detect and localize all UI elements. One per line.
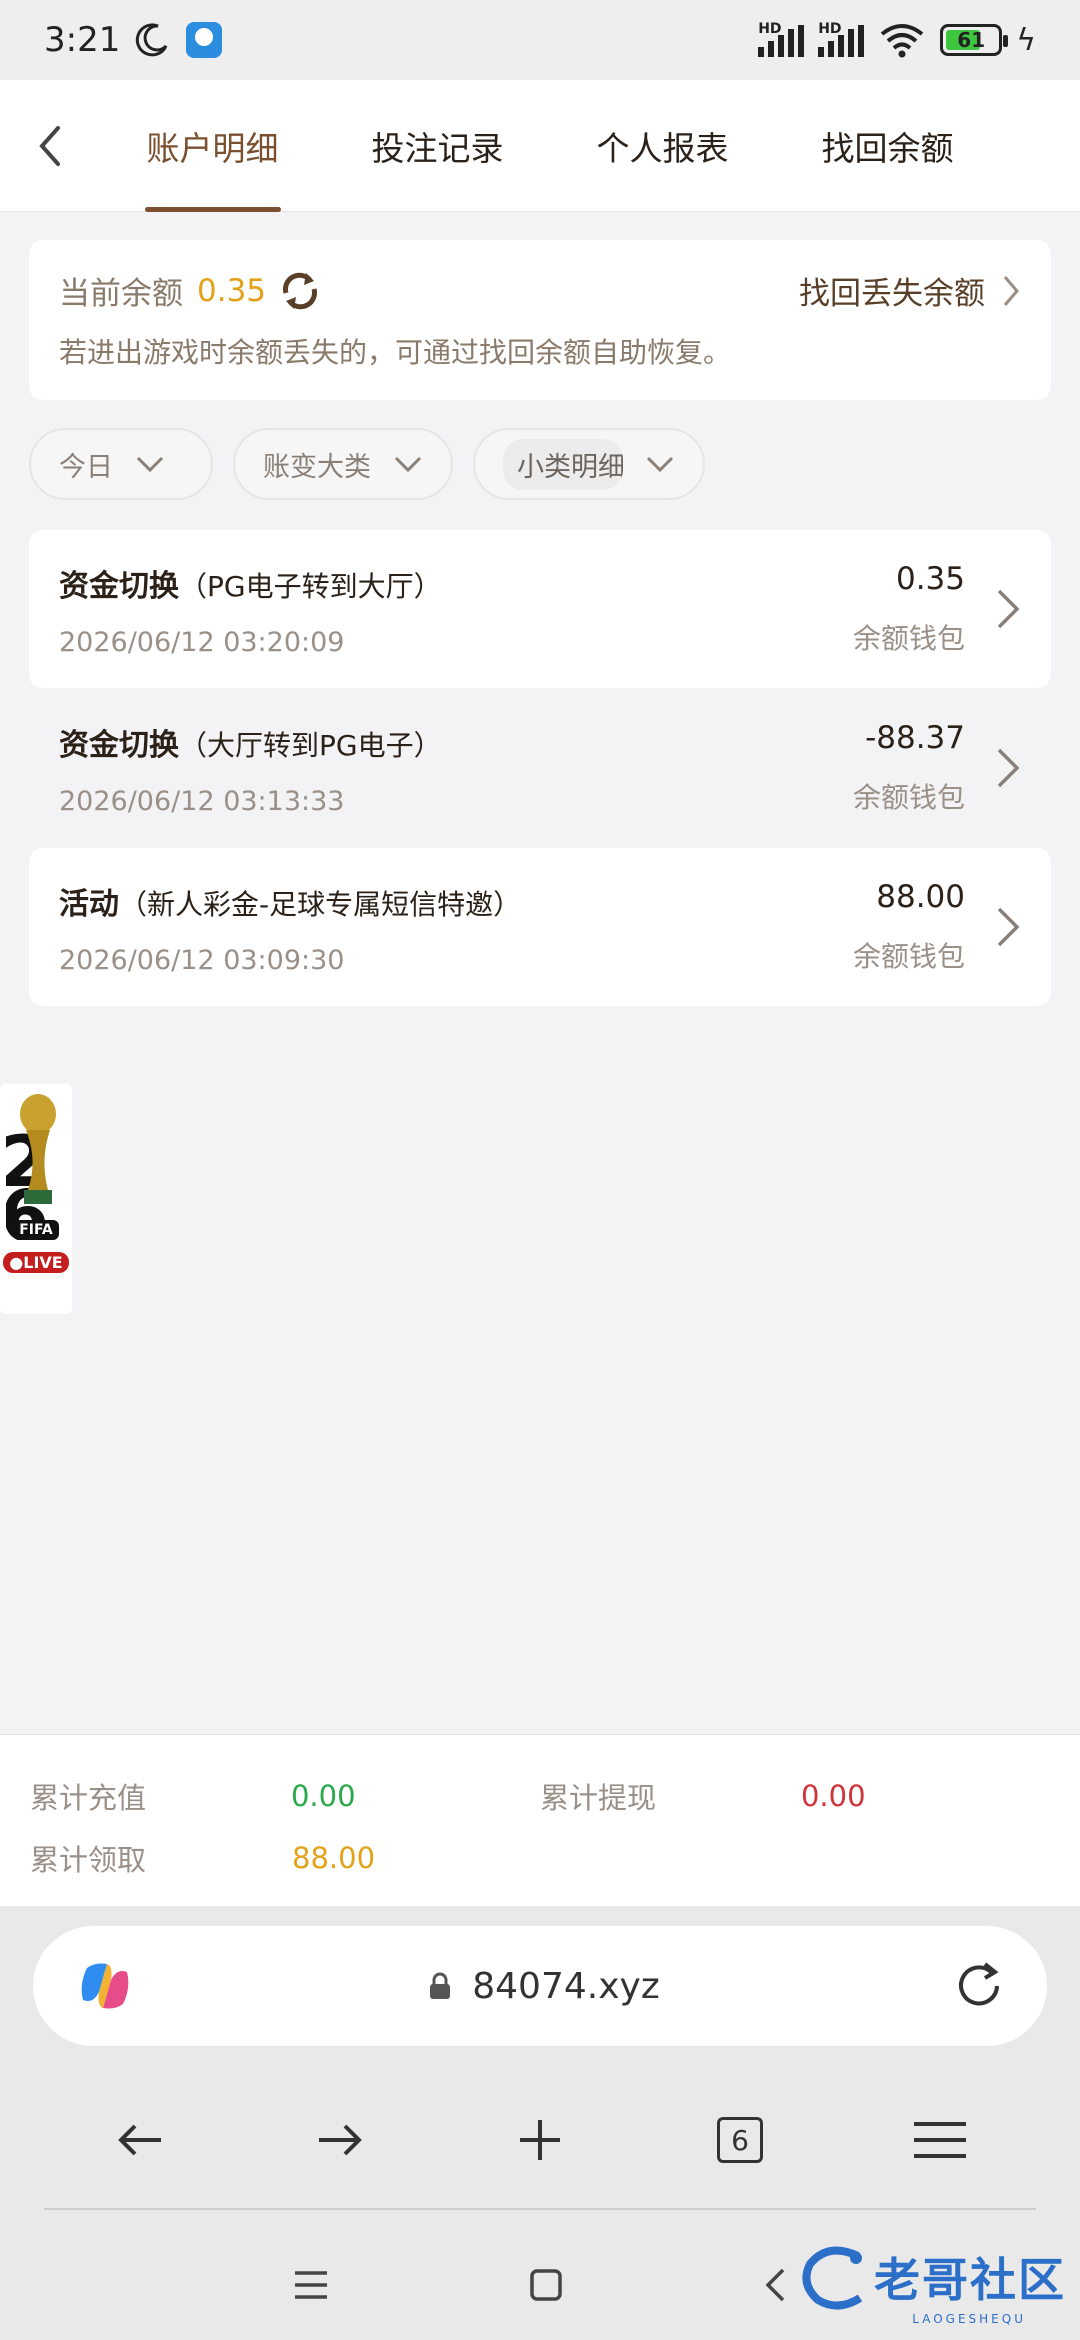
total-deposit-label: 累计充值 [30, 1781, 147, 1815]
chevron-down-icon [136, 456, 164, 473]
wifi-icon [880, 24, 924, 58]
tab-count: 6 [717, 2117, 763, 2163]
record-wallet: 余额钱包 [852, 622, 965, 655]
record-title: 活动（新人彩金-足球专属短信特邀） [59, 886, 522, 922]
status-time: 3:21 [44, 20, 121, 60]
recents-icon[interactable] [293, 2269, 329, 2301]
hamburger-icon [914, 2122, 966, 2158]
watermark-text: 老哥社区 [874, 2253, 1066, 2307]
recover-lost-balance-link[interactable]: 找回丢失余额 [799, 268, 1021, 313]
record-date: 2026/06/12 03:20:09 [59, 626, 345, 658]
subcategory-filter[interactable]: 小类明细 [473, 428, 705, 500]
signal-icon: HD [818, 21, 865, 57]
refresh-icon[interactable] [278, 269, 322, 313]
tab-personal-report[interactable]: 个人报表 [550, 80, 775, 212]
forward-nav-button[interactable] [300, 2100, 380, 2180]
record-amount: -88.37 [865, 720, 965, 756]
record-wallet: 余额钱包 [852, 781, 965, 814]
tab-recover-balance[interactable]: 找回余额 [775, 80, 1000, 212]
menu-button[interactable] [900, 2100, 980, 2180]
plus-icon [520, 2120, 560, 2160]
browser-toolbar: 6 [0, 2080, 1080, 2200]
home-icon[interactable] [529, 2268, 563, 2302]
chevron-right-icon [1003, 275, 1019, 306]
signal-icon: HD [758, 21, 805, 57]
total-deposit-value: 0.00 [290, 1779, 356, 1813]
record-title: 资金切换（PG电子转到大厅） [59, 568, 442, 604]
status-bar: 3:21 HD HD 61 ϟ [0, 0, 1080, 80]
balance-label: 当前余额 [59, 276, 183, 312]
tab-header: 账户明细 投注记录 个人报表 找回余额 [0, 80, 1080, 212]
tabs-button[interactable]: 6 [700, 2100, 780, 2180]
chevron-down-icon [394, 456, 422, 473]
system-back-icon[interactable] [763, 2267, 787, 2303]
chevron-down-icon [646, 456, 674, 473]
watermark-logo: 老哥社区 LAOGESHEQU [798, 2242, 1066, 2326]
lock-icon [430, 1972, 451, 1999]
total-withdraw-label: 累计提现 [539, 1781, 656, 1815]
record-date: 2026/06/12 03:13:33 [59, 785, 345, 817]
arrow-left-icon [118, 2124, 161, 2156]
date-filter[interactable]: 今日 [29, 428, 213, 500]
battery-icon: 61 [940, 24, 1009, 56]
balance-hint: 若进出游戏时余额丢失的，可通过找回余额自助恢复。 [59, 336, 732, 369]
reload-icon[interactable] [951, 1958, 1007, 2014]
total-withdraw-value: 0.00 [800, 1779, 866, 1813]
chevron-right-icon [997, 589, 1020, 629]
chevron-left-icon [39, 125, 60, 166]
back-button[interactable] [0, 80, 100, 212]
list-item[interactable]: 资金切换（大厅转到PG电子） 2026/06/12 03:13:33 -88.3… [29, 689, 1051, 847]
balance-card: 当前余额 0.35 找回丢失余额 若进出游戏时余额丢失的，可通过找回余额自助恢复… [29, 240, 1051, 400]
total-claim-label: 累计领取 [30, 1843, 147, 1877]
watermark-subtext: LAOGESHEQU [912, 2312, 1026, 2326]
dragon-logo-icon [802, 2246, 863, 2310]
arrow-right-icon [319, 2124, 362, 2156]
record-wallet: 余额钱包 [852, 940, 965, 973]
copilot-icon[interactable] [73, 1954, 137, 2018]
moon-icon [136, 23, 168, 57]
date-filter-label: 今日 [59, 451, 113, 483]
record-amount: 88.00 [876, 879, 965, 915]
record-amount: 0.35 [895, 561, 965, 597]
category-filter-label: 账变大类 [263, 451, 371, 483]
total-claim-value: 88.00 [292, 1841, 376, 1875]
recover-link-label: 找回丢失余额 [799, 276, 985, 312]
chevron-right-icon [997, 748, 1020, 788]
charging-icon: ϟ [1016, 22, 1036, 58]
category-filter[interactable]: 账变大类 [233, 428, 453, 500]
transaction-list: 资金切换（PG电子转到大厅） 2026/06/12 03:20:09 0.35 … [29, 530, 1051, 1007]
fifa-label: FIFA [13, 1220, 59, 1240]
record-date: 2026/06/12 03:09:30 [59, 944, 345, 976]
app-notification-icon [186, 22, 223, 58]
trophy-icon: 2 6 [6, 1094, 56, 1240]
new-tab-button[interactable] [500, 2100, 580, 2180]
totals-panel: 累计充值 0.00 累计提现 0.00 累计领取 88.00 [0, 1734, 1080, 1906]
toolbar-divider [44, 2208, 1036, 2210]
subcategory-filter-label: 小类明细 [503, 438, 623, 490]
record-title: 资金切换（大厅转到PG电子） [59, 727, 442, 763]
filter-bar: 今日 账变大类 小类明细 [29, 428, 705, 500]
list-item[interactable]: 资金切换（PG电子转到大厅） 2026/06/12 03:20:09 0.35 … [29, 530, 1051, 688]
chevron-right-icon [997, 907, 1020, 947]
fifa-live-badge[interactable]: 2 6 FIFA ●LIVE [0, 1084, 72, 1314]
live-badge: ●LIVE [3, 1252, 69, 1273]
back-nav-button[interactable] [100, 2100, 180, 2180]
list-item[interactable]: 活动（新人彩金-足球专属短信特邀） 2026/06/12 03:09:30 88… [29, 848, 1051, 1006]
tab-account-details[interactable]: 账户明细 [100, 80, 325, 212]
tab-bet-records[interactable]: 投注记录 [325, 80, 550, 212]
address-bar[interactable]: 84074.xyz [33, 1926, 1047, 2046]
balance-value: 0.35 [197, 272, 267, 309]
url-text[interactable]: 84074.xyz [472, 1966, 659, 2007]
